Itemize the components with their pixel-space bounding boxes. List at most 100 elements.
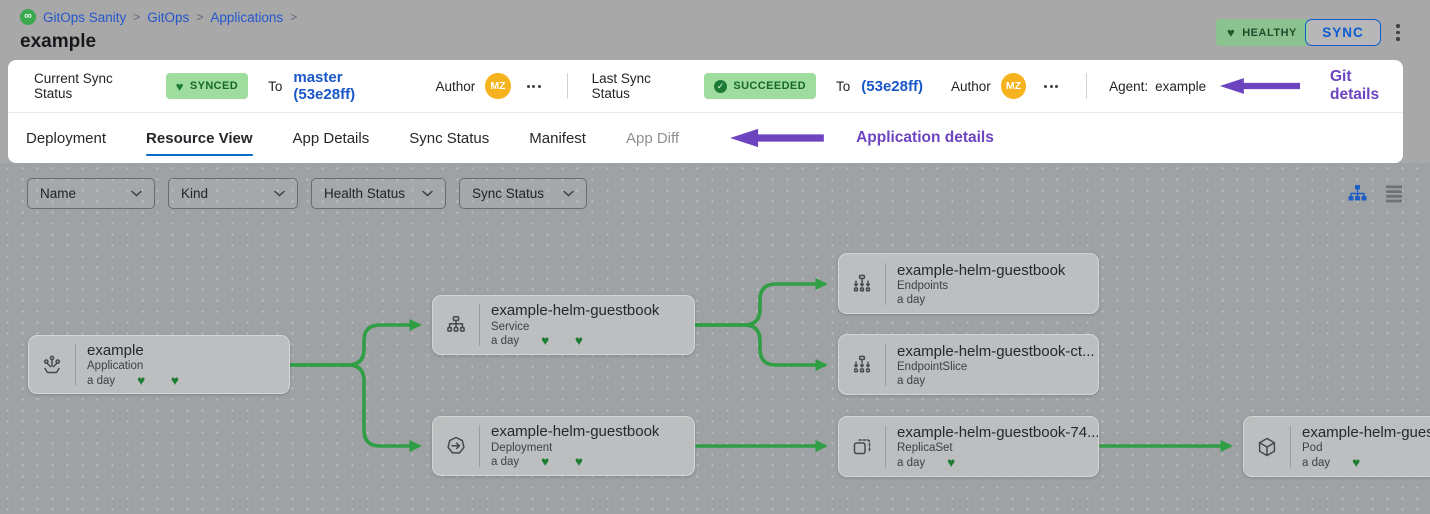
agent-info: Agent: example: [1109, 79, 1206, 94]
endpoints-icon: [839, 272, 885, 296]
breadcrumb-link-module[interactable]: GitOps: [147, 10, 189, 25]
chevron-down-icon: [274, 190, 285, 197]
tab-deployment[interactable]: Deployment: [26, 113, 106, 163]
healthy-heart-icons: ♥ ♥: [541, 334, 583, 348]
filter-label: Name: [40, 186, 76, 201]
chevron-down-icon: [131, 190, 142, 197]
more-options-icon[interactable]: [525, 81, 543, 92]
endpointslice-icon: [839, 353, 885, 377]
node-kind: ReplicaSet: [897, 442, 1098, 454]
node-service[interactable]: example-helm-guestbook Service a day ♥ ♥: [432, 295, 695, 355]
current-sync-status-label: Current Sync Status: [34, 71, 152, 101]
node-age: a day: [897, 375, 925, 387]
node-title: example-helm-guestbook: [491, 302, 659, 319]
more-options-icon[interactable]: [1042, 81, 1060, 92]
sync-status-bar: Current Sync Status ♥ SYNCED To master (…: [8, 60, 1403, 112]
app-header-card: Current Sync Status ♥ SYNCED To master (…: [8, 60, 1403, 163]
node-age: a day: [1302, 457, 1330, 469]
healthy-heart-icons: ♥ ♥: [137, 374, 179, 388]
filter-label: Kind: [181, 186, 208, 201]
node-endpoints[interactable]: example-helm-guestbook Endpoints a day: [838, 253, 1099, 314]
application-icon: [29, 353, 75, 377]
filter-sync-status-dropdown[interactable]: Sync Status: [459, 178, 587, 209]
node-title: example-helm-guestbook: [897, 262, 1065, 279]
node-age: a day: [897, 294, 925, 306]
check-circle-icon: ✓: [714, 80, 727, 93]
filter-label: Sync Status: [472, 186, 544, 201]
pod-icon: [1244, 435, 1290, 459]
author-avatar: MZ: [1001, 73, 1026, 99]
current-commit-link[interactable]: master (53e28ff): [293, 69, 405, 103]
breadcrumb-separator: >: [133, 10, 140, 24]
tab-bar: Deployment Resource View App Details Syn…: [8, 112, 1403, 163]
git-details-annotation: Git details: [1330, 68, 1403, 104]
node-kind: Application: [87, 360, 179, 372]
author-label: Author: [951, 79, 991, 94]
breadcrumb-separator: >: [290, 10, 297, 24]
sync-button[interactable]: SYNC: [1305, 19, 1381, 46]
divider: [567, 73, 568, 99]
breadcrumb-link-project[interactable]: GitOps Sanity: [43, 10, 126, 25]
node-kind: Endpoints: [897, 280, 1065, 292]
chevron-down-icon: [563, 190, 574, 197]
breadcrumb: ∞ GitOps Sanity > GitOps > Applications …: [20, 9, 297, 25]
succeeded-badge: ✓ SUCCEEDED: [704, 73, 816, 99]
node-title: example: [87, 342, 179, 359]
list-view-toggle-icon[interactable]: [1384, 183, 1404, 208]
node-kind: EndpointSlice: [897, 361, 1095, 373]
node-application-example[interactable]: example Application a day ♥ ♥: [28, 335, 290, 394]
node-age: a day: [897, 457, 925, 469]
application-details-annotation: Application details: [856, 129, 994, 147]
node-kind: Service: [491, 321, 659, 333]
deployment-icon: [433, 434, 479, 458]
agent-value: example: [1155, 79, 1206, 94]
divider: [1086, 73, 1087, 99]
healthy-heart-icons: ♥: [1352, 456, 1360, 470]
node-age: a day: [491, 335, 519, 347]
node-title: example-helm-guestbook: [1302, 424, 1430, 441]
node-age: a day: [491, 456, 519, 468]
breadcrumb-separator: >: [196, 10, 203, 24]
tab-app-diff[interactable]: App Diff: [626, 113, 679, 163]
health-status-badge: ♥ HEALTHY: [1216, 19, 1308, 46]
page-title: example: [20, 31, 96, 53]
to-label: To: [268, 79, 282, 94]
succeeded-badge-label: SUCCEEDED: [733, 80, 806, 92]
healthy-heart-icons: ♥: [947, 456, 955, 470]
node-pod[interactable]: example-helm-guestbook Pod a day ♥: [1243, 416, 1430, 477]
node-endpointslice[interactable]: example-helm-guestbook-ct... EndpointSli…: [838, 334, 1099, 395]
author-avatar: MZ: [485, 73, 510, 99]
tab-app-details[interactable]: App Details: [293, 113, 370, 163]
tab-resource-view[interactable]: Resource View: [146, 113, 252, 163]
node-title: example-helm-guestbook-ct...: [897, 343, 1095, 360]
tab-sync-status[interactable]: Sync Status: [409, 113, 489, 163]
heart-icon: ♥: [1227, 25, 1235, 40]
agent-label: Agent:: [1109, 79, 1148, 94]
replicaset-icon: [839, 435, 885, 459]
node-age: a day: [87, 375, 115, 387]
filter-health-status-dropdown[interactable]: Health Status: [311, 178, 446, 209]
resource-tree-canvas: Name Kind Health Status Sync Status: [0, 163, 1430, 514]
gitops-logo-icon: ∞: [20, 9, 36, 25]
node-deployment[interactable]: example-helm-guestbook Deployment a day …: [432, 416, 695, 476]
last-commit-link[interactable]: (53e28ff): [861, 78, 923, 95]
chevron-down-icon: [422, 190, 433, 197]
node-title: example-helm-guestbook: [491, 423, 659, 440]
more-menu-kebab-icon[interactable]: [1392, 22, 1404, 43]
service-icon: [433, 313, 479, 337]
filter-name-dropdown[interactable]: Name: [27, 178, 155, 209]
node-replicaset[interactable]: example-helm-guestbook-74... ReplicaSet …: [838, 416, 1099, 477]
node-kind: Pod: [1302, 442, 1430, 454]
filter-label: Health Status: [324, 186, 405, 201]
tree-view-toggle-icon[interactable]: [1347, 183, 1368, 208]
tab-manifest[interactable]: Manifest: [529, 113, 586, 163]
breadcrumb-link-applications[interactable]: Applications: [210, 10, 283, 25]
node-title: example-helm-guestbook-74...: [897, 424, 1098, 441]
gitops-app-page: ∞ GitOps Sanity > GitOps > Applications …: [0, 0, 1430, 514]
annotation-arrow-left-icon: [729, 127, 826, 149]
synced-badge-label: SYNCED: [190, 80, 238, 92]
filter-kind-dropdown[interactable]: Kind: [168, 178, 298, 209]
node-kind: Deployment: [491, 442, 659, 454]
health-badge-label: HEALTHY: [1242, 27, 1297, 39]
heart-icon: ♥: [176, 79, 184, 94]
